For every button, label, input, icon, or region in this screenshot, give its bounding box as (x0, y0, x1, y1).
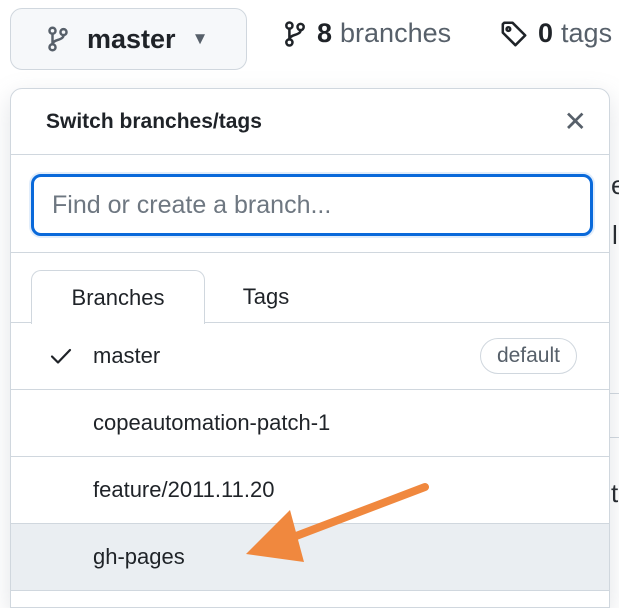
current-branch-label: master (87, 23, 176, 54)
branch-name: copeautomation-patch-1 (93, 410, 331, 435)
branch-name: master (93, 343, 161, 368)
background-text: t (611, 478, 619, 508)
background-divider (610, 437, 619, 438)
background-divider (610, 393, 619, 394)
tags-count: 0 (538, 18, 554, 48)
branch-item-master[interactable]: master default (11, 323, 609, 390)
background-text: l (612, 220, 618, 250)
tag-icon (500, 20, 528, 48)
caret-down-icon: ▼ (191, 29, 209, 48)
branch-item-copeautomation-patch-1[interactable]: copeautomation-patch-1 (11, 390, 609, 457)
tags-link[interactable]: 0 tags (500, 18, 612, 49)
branches-label: branches (340, 18, 452, 48)
close-icon[interactable]: ✕ (564, 107, 587, 136)
tab-tags[interactable]: Tags (211, 270, 321, 324)
branch-select-button[interactable]: master ▼ (10, 8, 247, 70)
background-text: e (611, 170, 619, 200)
branch-item-feature-2011-11-20[interactable]: feature/2011.11.20 (11, 457, 609, 524)
check-icon (49, 344, 73, 368)
tags-label: tags (561, 18, 613, 48)
branch-name: feature/2011.11.20 (93, 477, 275, 502)
dropdown-title: Switch branches/tags (46, 109, 262, 133)
tab-bar: Branches Tags (11, 253, 609, 324)
branches-link[interactable]: 8 branches (283, 18, 451, 49)
default-badge: default (479, 338, 577, 374)
branches-count: 8 (317, 18, 333, 48)
git-branch-icon (47, 25, 69, 53)
tab-branches[interactable]: Branches (31, 270, 205, 324)
filter-area (11, 155, 609, 253)
branch-item-gh-pages[interactable]: gh-pages (11, 524, 609, 591)
branch-filter-input[interactable] (31, 174, 593, 236)
dropdown-header: Switch branches/tags ✕ (11, 89, 609, 155)
branch-switcher-dropdown: Switch branches/tags ✕ Branches Tags mas… (10, 88, 610, 608)
git-branch-icon (283, 20, 307, 48)
branch-name: gh-pages (93, 544, 185, 569)
